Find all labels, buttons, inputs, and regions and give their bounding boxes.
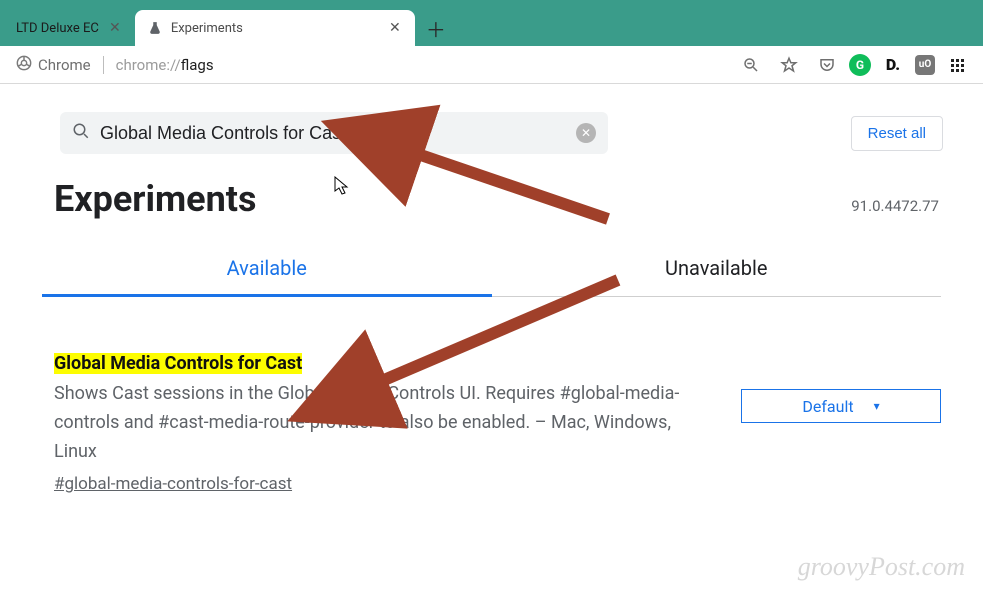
- star-icon[interactable]: [773, 51, 805, 79]
- tab-inactive[interactable]: LTD Deluxe EC ✕: [4, 10, 135, 46]
- flags-header: ✕ Reset all: [0, 84, 983, 154]
- flag-item: Global Media Controls for Cast Shows Cas…: [54, 353, 941, 494]
- close-icon[interactable]: ✕: [107, 20, 123, 36]
- flag-hash-link[interactable]: #global-media-controls-for-cast: [54, 474, 292, 494]
- dropdown-value: Default: [802, 397, 853, 416]
- pocket-icon[interactable]: [811, 51, 843, 79]
- search-input[interactable]: [100, 123, 566, 144]
- address-bar: Chrome chrome://flags G D. uO: [0, 46, 983, 84]
- site-chip[interactable]: Chrome chrome://flags: [10, 51, 220, 79]
- d-extension-icon[interactable]: D.: [877, 51, 909, 79]
- grammarly-icon[interactable]: G: [849, 54, 871, 76]
- tab-active[interactable]: Experiments ✕: [135, 10, 415, 46]
- flag-dropdown[interactable]: Default ▾: [741, 389, 941, 423]
- chevron-down-icon: ▾: [874, 399, 880, 413]
- flask-icon: [147, 20, 163, 36]
- page-title: Experiments: [54, 178, 256, 220]
- clear-icon[interactable]: ✕: [576, 123, 596, 143]
- tab-title: LTD Deluxe EC: [16, 21, 99, 36]
- zoom-icon[interactable]: [735, 51, 767, 79]
- more-extensions-icon[interactable]: [941, 51, 973, 79]
- new-tab-button[interactable]: ＋: [421, 13, 451, 43]
- chip-label: Chrome: [38, 56, 91, 74]
- reset-all-button[interactable]: Reset all: [851, 116, 943, 151]
- divider: [103, 56, 104, 74]
- cursor-icon: [334, 176, 350, 196]
- flag-description: Shows Cast sessions in the Global Media …: [54, 380, 694, 466]
- browser-tab-strip: LTD Deluxe EC ✕ Experiments ✕ ＋: [0, 0, 983, 46]
- tab-available[interactable]: Available: [42, 256, 492, 297]
- page-header: Experiments 91.0.4472.77: [0, 154, 983, 220]
- url-text[interactable]: chrome://flags: [116, 56, 214, 74]
- tab-title: Experiments: [171, 21, 379, 36]
- version-text: 91.0.4472.77: [851, 197, 939, 215]
- watermark-text: groovyPost.com: [798, 552, 965, 582]
- flags-tabs: Available Unavailable: [42, 256, 941, 297]
- search-icon: [72, 122, 90, 144]
- flags-search[interactable]: ✕: [60, 112, 608, 154]
- close-icon[interactable]: ✕: [387, 20, 403, 36]
- tab-unavailable[interactable]: Unavailable: [492, 256, 942, 296]
- chrome-icon: [16, 55, 32, 75]
- flag-title: Global Media Controls for Cast: [54, 353, 302, 374]
- ublock-icon[interactable]: uO: [915, 55, 935, 75]
